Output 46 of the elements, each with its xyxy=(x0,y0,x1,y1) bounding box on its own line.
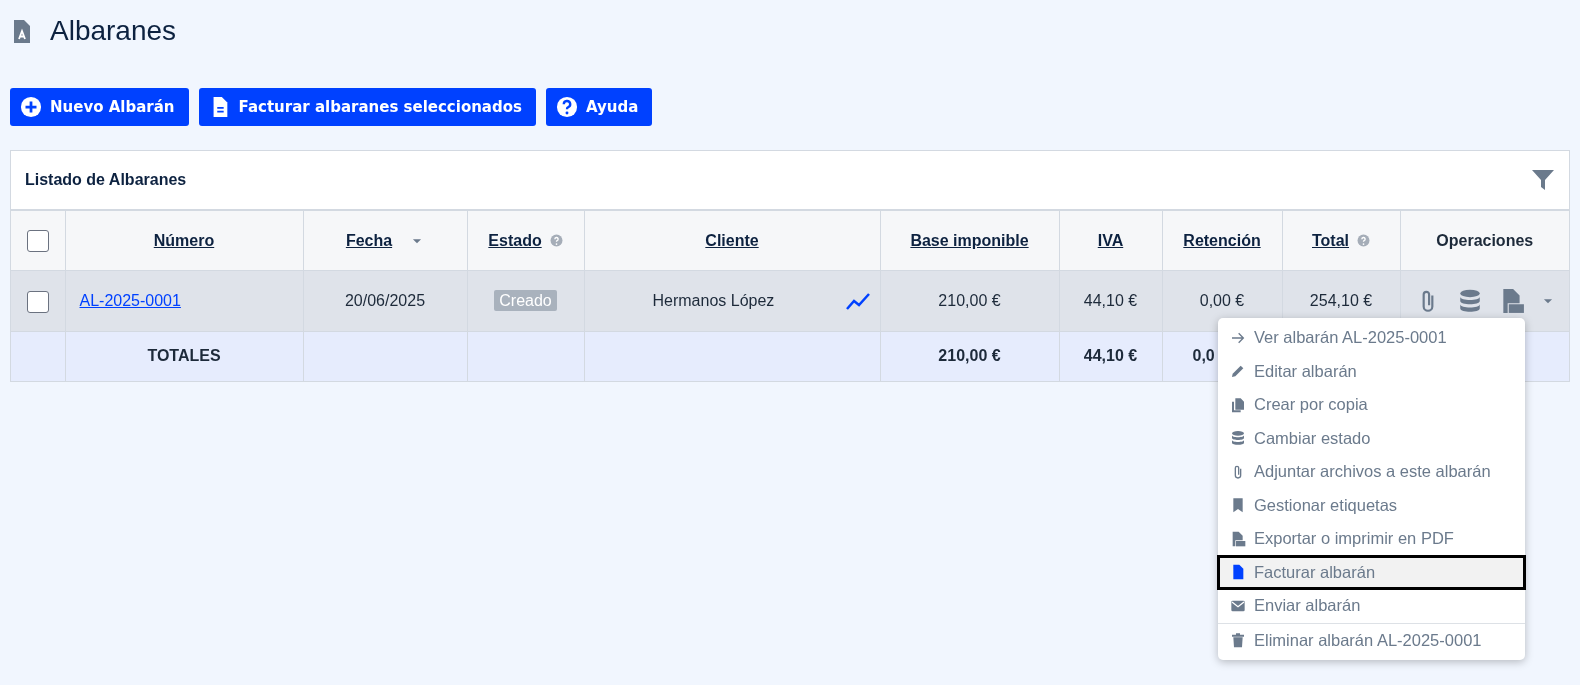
panel-title: Listado de Albaranes xyxy=(25,170,187,191)
record-link[interactable]: AL-2025-0001 xyxy=(79,292,181,310)
totals-label: TOTALES xyxy=(147,347,221,365)
table-cell-text: Hermanos López xyxy=(652,291,775,312)
checkbox[interactable] xyxy=(26,290,49,313)
menu-item[interactable]: Eliminar albarán AL-2025-0001 xyxy=(1218,623,1525,658)
bookmark-icon xyxy=(1230,497,1246,514)
table-cell: 44,10 € xyxy=(1083,347,1138,365)
menu-item[interactable]: Adjuntar archivos a este albarán xyxy=(1218,455,1525,489)
help-icon xyxy=(555,95,578,118)
pencil-icon xyxy=(1230,363,1246,380)
menu-item[interactable]: Cambiar estado xyxy=(1218,421,1525,456)
filter-icon xyxy=(1531,168,1555,193)
table-cell: 210,00 € xyxy=(938,292,1001,310)
sort-link[interactable]: Número xyxy=(153,228,215,253)
table-cell: 254,10 € xyxy=(1309,292,1373,310)
toolbar-button[interactable]: Ayuda xyxy=(545,87,653,127)
menu-item[interactable]: Exportar o imprimir en PDF xyxy=(1218,522,1525,556)
sort-link[interactable]: IVA xyxy=(1097,228,1124,253)
toolbar-button[interactable]: Facturar albaranes seleccionados xyxy=(198,87,536,127)
copy-icon xyxy=(1230,396,1246,413)
menu-item[interactable]: Editar albarán xyxy=(1218,354,1525,389)
table-cell: 0,00 € xyxy=(1199,292,1245,310)
sort-link[interactable]: Fecha xyxy=(345,228,393,253)
sort-link[interactable]: Total xyxy=(1312,228,1349,253)
status-badge: Creado xyxy=(494,290,557,312)
menu-item[interactable]: Ver albarán AL-2025-0001 xyxy=(1218,321,1525,355)
menu-item[interactable]: Gestionar etiquetas xyxy=(1218,488,1525,523)
toolbar-button[interactable]: Nuevo Albarán xyxy=(10,87,189,127)
page-title: Albaranes xyxy=(50,14,177,48)
table-cell: 0,0 xyxy=(1192,347,1215,365)
checkbox[interactable] xyxy=(26,230,49,253)
trash-icon xyxy=(1230,632,1246,649)
column-header: Operaciones xyxy=(1436,230,1534,251)
sort-link[interactable]: Estado xyxy=(488,228,542,253)
menu-item[interactable]: Enviar albarán xyxy=(1218,589,1525,623)
plus-icon xyxy=(20,95,42,118)
table-cell: 210,00 € xyxy=(938,347,1001,365)
table-cell: 20/06/2025 xyxy=(344,292,426,310)
table-cell: 44,10 € xyxy=(1083,292,1138,310)
menu-item[interactable]: Crear por copia xyxy=(1218,388,1525,422)
menu-item[interactable]: Facturar albarán xyxy=(1218,555,1525,590)
pdf-file-icon xyxy=(1230,530,1246,547)
database-icon xyxy=(1230,430,1246,447)
document-icon xyxy=(1230,564,1246,581)
sort-link[interactable]: Cliente xyxy=(705,228,759,253)
